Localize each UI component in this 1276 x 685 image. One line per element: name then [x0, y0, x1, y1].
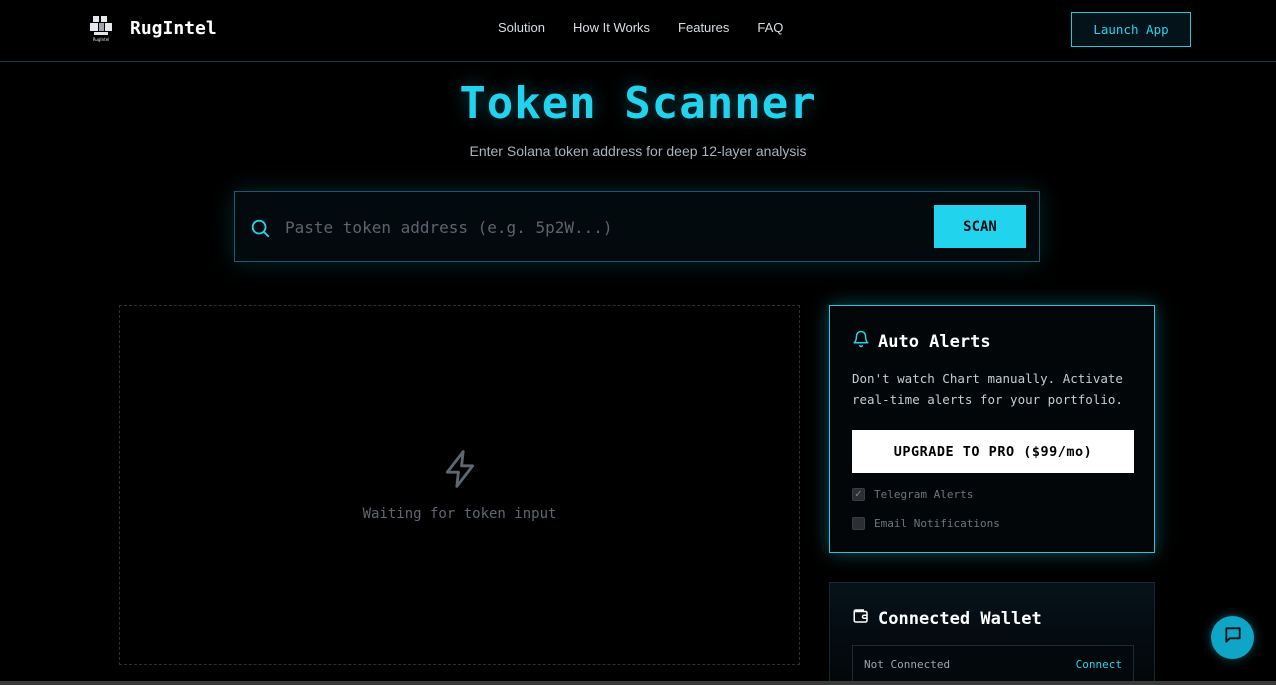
auto-alerts-header: Auto Alerts [852, 330, 991, 353]
nav-link-how-it-works[interactable]: How It Works [573, 20, 650, 35]
wallet-icon [852, 607, 870, 630]
email-notifications-option[interactable]: Email Notifications [852, 517, 1000, 530]
token-search-bar: SCAN [234, 191, 1040, 262]
telegram-alerts-option[interactable]: ✓ Telegram Alerts [852, 488, 973, 501]
bell-icon [852, 330, 870, 353]
email-notifications-checkbox[interactable] [852, 517, 865, 530]
wallet-title: Connected Wallet [878, 608, 1042, 629]
chat-icon [1223, 625, 1243, 650]
connected-wallet-card: Connected Wallet Not Connected Connect [829, 582, 1155, 685]
auto-alerts-card: Auto Alerts Don't watch Chart manually. … [829, 305, 1155, 553]
nav-link-features[interactable]: Features [678, 20, 729, 35]
upgrade-pro-button[interactable]: UPGRADE TO PRO ($99/mo) [852, 430, 1134, 473]
empty-state-text: Waiting for token input [362, 506, 557, 522]
email-notifications-label: Email Notifications [874, 517, 1000, 530]
telegram-alerts-checkbox[interactable]: ✓ [852, 488, 865, 501]
wallet-header: Connected Wallet [852, 607, 1042, 630]
brand-name: RugIntel [130, 17, 217, 39]
wallet-status: Not Connected [864, 658, 951, 671]
nav-link-faq[interactable]: FAQ [757, 20, 783, 35]
bolt-icon [441, 448, 479, 490]
chat-button[interactable] [1211, 616, 1254, 659]
nav-link-solution[interactable]: Solution [498, 20, 545, 35]
top-nav: RugIntel RugIntel Solution How It Works … [0, 0, 1276, 62]
scan-button[interactable]: SCAN [934, 205, 1026, 248]
wallet-status-row: Not Connected Connect [852, 645, 1134, 685]
svg-text:RugIntel: RugIntel [93, 37, 110, 42]
auto-alerts-title: Auto Alerts [878, 331, 991, 352]
telegram-alerts-label: Telegram Alerts [874, 488, 974, 501]
launch-app-button[interactable]: Launch App [1071, 12, 1191, 47]
page-subtitle: Enter Solana token address for deep 12-l… [469, 143, 807, 159]
token-address-input[interactable] [285, 206, 925, 248]
scan-result-panel: Waiting for token input [119, 305, 800, 665]
search-icon [249, 217, 271, 239]
brand-logo[interactable]: RugIntel RugIntel [88, 14, 217, 42]
page-title: Token Scanner [459, 78, 817, 129]
horizontal-scrollbar[interactable] [0, 681, 1276, 685]
auto-alerts-description: Don't watch Chart manually. Activate rea… [852, 371, 1123, 407]
nav-links: Solution How It Works Features FAQ [498, 20, 783, 35]
wallet-connect-link[interactable]: Connect [1076, 658, 1122, 671]
logo-icon: RugIntel [88, 14, 114, 42]
